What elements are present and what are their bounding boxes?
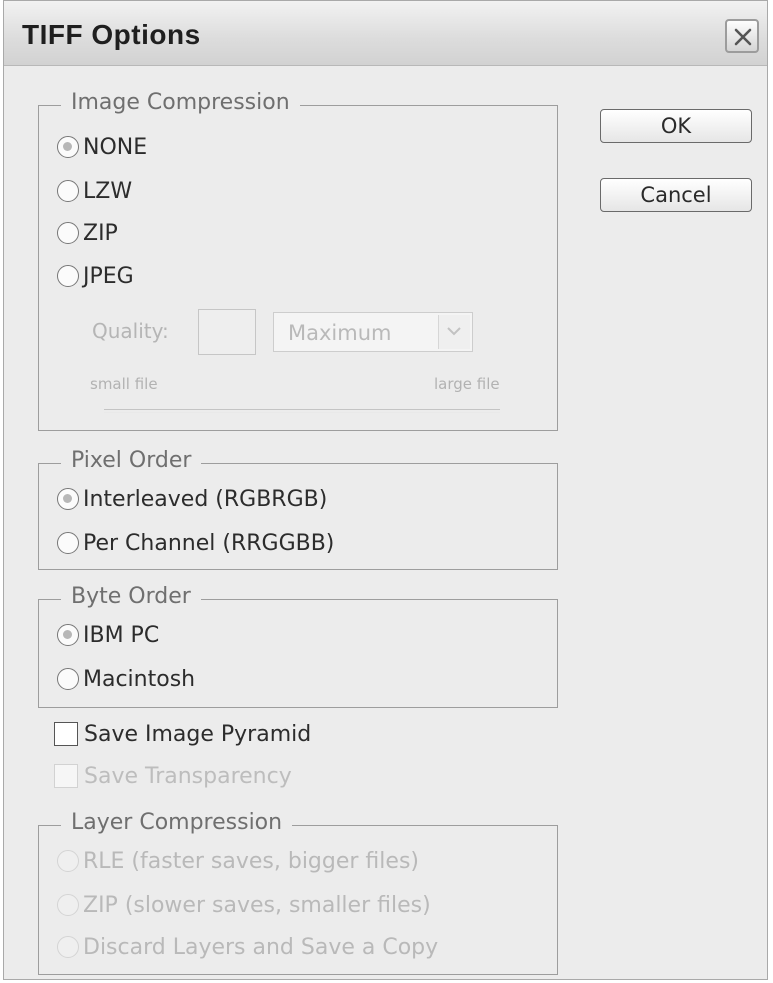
macintosh-label: Macintosh xyxy=(83,666,196,692)
close-button[interactable] xyxy=(725,19,759,53)
compression-none-radio[interactable]: NONE xyxy=(57,132,147,162)
tiff-options-dialog: TIFF Options Image Compression NONE LZW … xyxy=(3,0,768,980)
pixel-order-group: Pixel Order Interleaved (RGBRGB) Per Cha… xyxy=(38,448,558,570)
radio-indicator[interactable] xyxy=(57,222,79,244)
compression-lzw-radio[interactable]: LZW xyxy=(57,176,132,206)
radio-indicator[interactable] xyxy=(57,624,79,646)
layer-zip-radio: ZIP (slower saves, smaller files) xyxy=(57,890,431,920)
radio-indicator[interactable] xyxy=(57,668,79,690)
image-compression-legend: Image Compression xyxy=(61,90,300,115)
save-image-pyramid-checkbox[interactable]: Save Image Pyramid xyxy=(54,719,311,749)
compression-zip-label: ZIP xyxy=(83,220,118,246)
compression-jpeg-radio[interactable]: JPEG xyxy=(57,261,134,291)
radio-indicator[interactable] xyxy=(57,136,79,158)
quality-slider[interactable] xyxy=(104,409,500,413)
chevron-down-icon[interactable] xyxy=(438,315,470,349)
layer-rle-radio: RLE (faster saves, bigger files) xyxy=(57,846,419,876)
layer-discard-radio: Discard Layers and Save a Copy xyxy=(57,932,438,962)
checkbox-indicator xyxy=(54,764,78,788)
save-transparency-checkbox: Save Transparency xyxy=(54,761,292,791)
ok-button[interactable]: OK xyxy=(600,109,752,143)
ibm-pc-label: IBM PC xyxy=(83,622,160,648)
byte-order-group: Byte Order IBM PC Macintosh xyxy=(38,584,558,708)
quality-label: Quality: xyxy=(92,319,169,343)
pixel-order-interleaved-radio[interactable]: Interleaved (RGBRGB) xyxy=(57,484,327,514)
compression-zip-radio[interactable]: ZIP xyxy=(57,218,118,248)
save-transparency-label: Save Transparency xyxy=(84,763,292,789)
radio-indicator xyxy=(57,850,79,872)
checkbox-indicator[interactable] xyxy=(54,722,78,746)
layer-rle-label: RLE (faster saves, bigger files) xyxy=(83,848,419,874)
save-image-pyramid-label: Save Image Pyramid xyxy=(84,721,312,747)
radio-indicator[interactable] xyxy=(57,265,79,287)
byte-order-macintosh-radio[interactable]: Macintosh xyxy=(57,664,195,694)
compression-jpeg-label: JPEG xyxy=(83,263,134,289)
radio-indicator[interactable] xyxy=(57,532,79,554)
quality-input[interactable] xyxy=(198,309,256,355)
quality-select-value: Maximum xyxy=(288,321,392,345)
pixel-order-per-channel-radio[interactable]: Per Channel (RRGGBB) xyxy=(57,528,334,558)
compression-lzw-label: LZW xyxy=(83,178,133,204)
byte-order-ibm-pc-radio[interactable]: IBM PC xyxy=(57,620,159,650)
layer-compression-legend: Layer Compression xyxy=(61,810,293,835)
per-channel-label: Per Channel (RRGGBB) xyxy=(83,530,335,556)
close-icon xyxy=(734,28,752,46)
byte-order-legend: Byte Order xyxy=(61,584,201,609)
radio-indicator[interactable] xyxy=(57,180,79,202)
radio-indicator[interactable] xyxy=(57,488,79,510)
radio-indicator xyxy=(57,894,79,916)
cancel-button[interactable]: Cancel xyxy=(600,178,752,212)
compression-none-label: NONE xyxy=(83,134,148,160)
small-file-label: small file xyxy=(90,375,158,393)
layer-compression-group: Layer Compression RLE (faster saves, big… xyxy=(38,810,558,975)
dialog-title: TIFF Options xyxy=(22,19,201,50)
layer-discard-label: Discard Layers and Save a Copy xyxy=(83,934,439,960)
quality-select[interactable]: Maximum xyxy=(273,312,473,352)
title-bar[interactable]: TIFF Options xyxy=(4,1,767,66)
large-file-label: large file xyxy=(434,375,500,393)
radio-indicator xyxy=(57,936,79,958)
pixel-order-legend: Pixel Order xyxy=(61,448,202,473)
interleaved-label: Interleaved (RGBRGB) xyxy=(83,486,328,512)
layer-zip-label: ZIP (slower saves, smaller files) xyxy=(83,892,431,918)
